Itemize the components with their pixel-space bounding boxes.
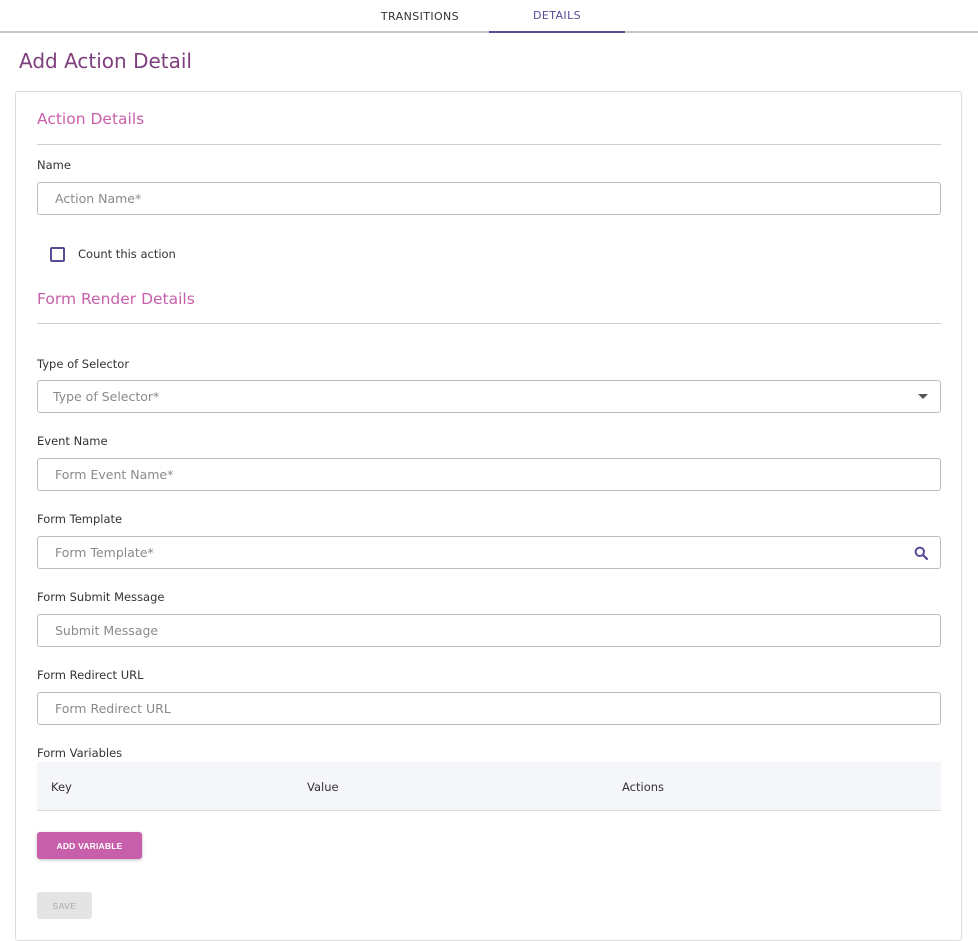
redirect-url-field[interactable]	[37, 692, 941, 725]
action-name-input[interactable]	[53, 183, 940, 214]
column-header-actions: Actions	[622, 779, 665, 794]
count-action-checkbox[interactable]	[50, 246, 65, 262]
event-name-label: Event Name	[37, 434, 108, 448]
count-action-row: Count this action	[50, 246, 176, 262]
section-divider	[37, 144, 941, 145]
section-divider	[37, 323, 941, 324]
action-name-field[interactable]	[37, 182, 941, 215]
column-header-key: Key	[51, 779, 72, 794]
search-icon[interactable]	[914, 546, 928, 560]
save-button[interactable]: SAVE	[37, 892, 92, 919]
selector-type-select[interactable]: Type of Selector*	[37, 380, 941, 413]
form-template-label: Form Template	[37, 512, 123, 526]
event-name-input[interactable]	[53, 459, 940, 490]
tab-transitions[interactable]: TRANSITIONS	[352, 0, 488, 33]
form-template-input[interactable]	[53, 537, 940, 568]
column-header-value: Value	[307, 779, 339, 794]
dropdown-arrow-icon[interactable]	[918, 393, 928, 400]
redirect-url-label: Form Redirect URL	[37, 668, 144, 682]
selector-type-placeholder: Type of Selector*	[53, 389, 160, 404]
form-variables-label: Form Variables	[37, 746, 123, 760]
submit-message-label: Form Submit Message	[37, 590, 165, 604]
count-action-label: Count this action	[78, 247, 176, 261]
redirect-url-input[interactable]	[53, 693, 940, 724]
page-title: Add Action Detail	[19, 49, 192, 73]
submit-message-field[interactable]	[37, 614, 941, 647]
form-card	[15, 91, 962, 941]
section-title-form-render: Form Render Details	[37, 290, 195, 308]
tab-details[interactable]: DETAILS	[489, 0, 625, 33]
event-name-field[interactable]	[37, 458, 941, 491]
add-variable-button[interactable]: ADD VARIABLE	[37, 832, 142, 859]
section-title-action-details: Action Details	[37, 110, 145, 128]
tab-bar: TRANSITIONS DETAILS	[0, 0, 978, 33]
submit-message-input[interactable]	[53, 615, 940, 646]
variables-table-header: Key Value Actions	[37, 762, 941, 811]
form-template-field[interactable]	[37, 536, 941, 569]
name-label: Name	[37, 158, 71, 172]
selector-type-label: Type of Selector	[37, 357, 130, 371]
